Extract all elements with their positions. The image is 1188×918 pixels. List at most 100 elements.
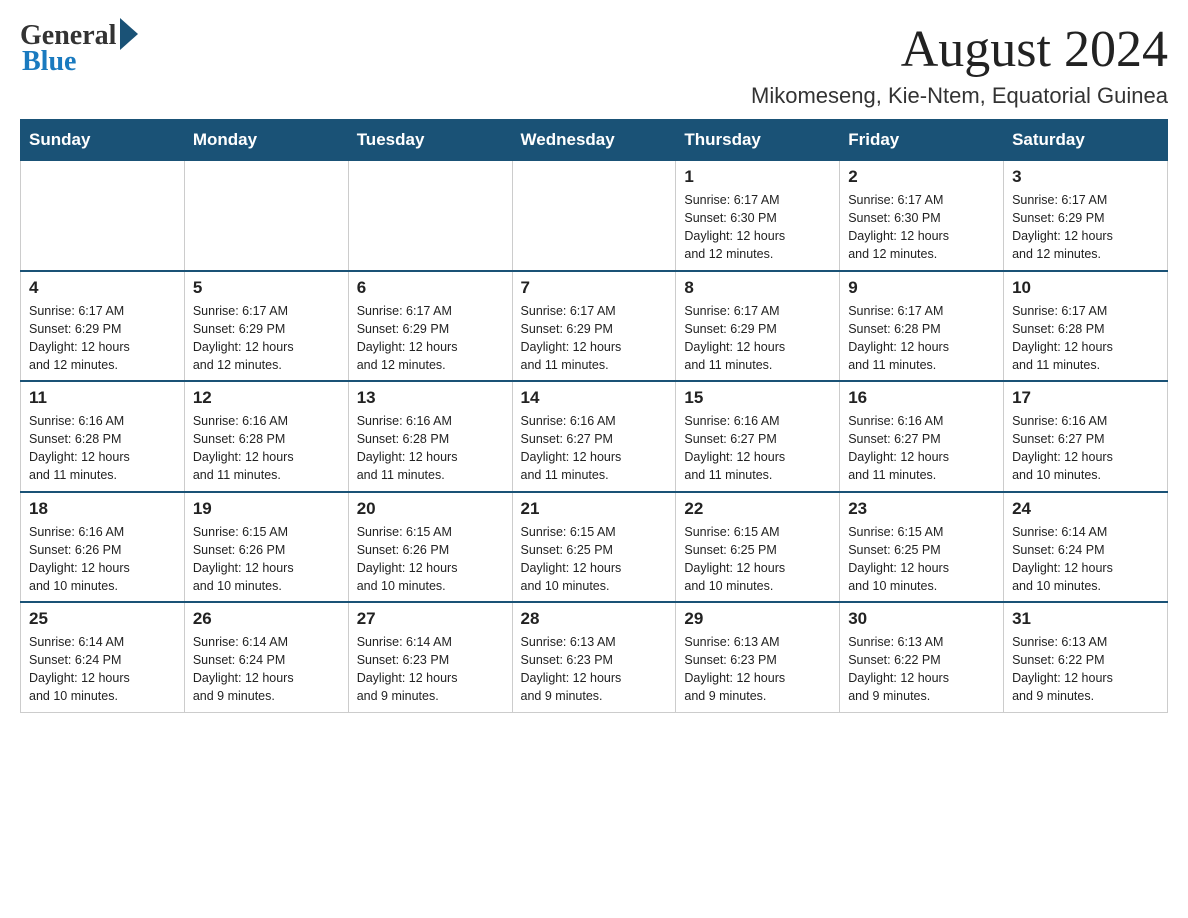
calendar-day-cell: 15 Sunrise: 6:16 AMSunset: 6:27 PMDayligh… (676, 381, 840, 492)
calendar-day-header: Saturday (1004, 120, 1168, 161)
calendar-day-cell: 29 Sunrise: 6:13 AMSunset: 6:23 PMDayligh… (676, 602, 840, 712)
calendar-day-header: Tuesday (348, 120, 512, 161)
day-info: Sunrise: 6:15 AMSunset: 6:25 PMDaylight:… (521, 523, 668, 596)
calendar-day-cell: 25 Sunrise: 6:14 AMSunset: 6:24 PMDayligh… (21, 602, 185, 712)
day-number: 21 (521, 499, 668, 519)
calendar-day-header: Thursday (676, 120, 840, 161)
calendar-week-row: 4 Sunrise: 6:17 AMSunset: 6:29 PMDaylight… (21, 271, 1168, 382)
day-number: 3 (1012, 167, 1159, 187)
day-number: 27 (357, 609, 504, 629)
day-number: 2 (848, 167, 995, 187)
calendar-day-cell: 14Sunrise: 6:16 AMSunset: 6:27 PMDayligh… (512, 381, 676, 492)
calendar-day-cell: 20 Sunrise: 6:15 AMSunset: 6:26 PMDayligh… (348, 492, 512, 603)
day-info: Sunrise: 6:16 AMSunset: 6:27 PMDaylight:… (848, 412, 995, 485)
day-info: Sunrise: 6:16 AMSunset: 6:28 PMDaylight:… (357, 412, 504, 485)
day-number: 8 (684, 278, 831, 298)
calendar-day-cell: 31 Sunrise: 6:13 AMSunset: 6:22 PMDayligh… (1004, 602, 1168, 712)
calendar-day-cell: 17 Sunrise: 6:16 AMSunset: 6:27 PMDayligh… (1004, 381, 1168, 492)
day-number: 9 (848, 278, 995, 298)
calendar-empty-cell (21, 161, 185, 271)
calendar-day-cell: 16 Sunrise: 6:16 AMSunset: 6:27 PMDayligh… (840, 381, 1004, 492)
calendar-day-cell: 30 Sunrise: 6:13 AMSunset: 6:22 PMDayligh… (840, 602, 1004, 712)
day-info: Sunrise: 6:13 AMSunset: 6:23 PMDaylight:… (684, 633, 831, 706)
day-number: 20 (357, 499, 504, 519)
calendar-empty-cell (348, 161, 512, 271)
day-number: 15 (684, 388, 831, 408)
day-number: 28 (521, 609, 668, 629)
calendar-day-header: Wednesday (512, 120, 676, 161)
day-info: Sunrise: 6:14 AMSunset: 6:24 PMDaylight:… (29, 633, 176, 706)
calendar-week-row: 18 Sunrise: 6:16 AMSunset: 6:26 PMDayligh… (21, 492, 1168, 603)
calendar-day-cell: 7 Sunrise: 6:17 AMSunset: 6:29 PMDaylight… (512, 271, 676, 382)
day-number: 7 (521, 278, 668, 298)
day-number: 12 (193, 388, 340, 408)
calendar-week-row: 1 Sunrise: 6:17 AMSunset: 6:30 PMDaylight… (21, 161, 1168, 271)
day-number: 6 (357, 278, 504, 298)
calendar-week-row: 11 Sunrise: 6:16 AMSunset: 6:28 PMDayligh… (21, 381, 1168, 492)
location-title: Mikomeseng, Kie-Ntem, Equatorial Guinea (751, 83, 1168, 109)
day-info: Sunrise: 6:17 AMSunset: 6:29 PMDaylight:… (193, 302, 340, 375)
day-info: Sunrise: 6:17 AMSunset: 6:28 PMDaylight:… (848, 302, 995, 375)
day-info: Sunrise: 6:15 AMSunset: 6:25 PMDaylight:… (684, 523, 831, 596)
day-info: Sunrise: 6:13 AMSunset: 6:22 PMDaylight:… (848, 633, 995, 706)
day-number: 29 (684, 609, 831, 629)
day-number: 11 (29, 388, 176, 408)
day-info: Sunrise: 6:13 AMSunset: 6:22 PMDaylight:… (1012, 633, 1159, 706)
day-info: Sunrise: 6:16 AMSunset: 6:26 PMDaylight:… (29, 523, 176, 596)
logo-arrow-icon (120, 18, 138, 50)
day-info: Sunrise: 6:17 AMSunset: 6:29 PMDaylight:… (521, 302, 668, 375)
day-number: 17 (1012, 388, 1159, 408)
day-number: 13 (357, 388, 504, 408)
day-info: Sunrise: 6:14 AMSunset: 6:24 PMDaylight:… (193, 633, 340, 706)
day-info: Sunrise: 6:15 AMSunset: 6:26 PMDaylight:… (357, 523, 504, 596)
calendar-day-cell: 8 Sunrise: 6:17 AMSunset: 6:29 PMDaylight… (676, 271, 840, 382)
day-number: 24 (1012, 499, 1159, 519)
day-number: 16 (848, 388, 995, 408)
calendar-day-header: Friday (840, 120, 1004, 161)
page-header: General Blue August 2024 Mikomeseng, Kie… (20, 20, 1168, 109)
calendar-day-cell: 13 Sunrise: 6:16 AMSunset: 6:28 PMDayligh… (348, 381, 512, 492)
calendar-day-cell: 24 Sunrise: 6:14 AMSunset: 6:24 PMDayligh… (1004, 492, 1168, 603)
day-number: 18 (29, 499, 176, 519)
calendar-day-cell: 23Sunrise: 6:15 AMSunset: 6:25 PMDayligh… (840, 492, 1004, 603)
calendar-week-row: 25 Sunrise: 6:14 AMSunset: 6:24 PMDayligh… (21, 602, 1168, 712)
day-info: Sunrise: 6:17 AMSunset: 6:28 PMDaylight:… (1012, 302, 1159, 375)
day-info: Sunrise: 6:17 AMSunset: 6:29 PMDaylight:… (684, 302, 831, 375)
logo-blue-text: Blue (20, 46, 76, 78)
calendar-day-cell: 26Sunrise: 6:14 AMSunset: 6:24 PMDayligh… (184, 602, 348, 712)
calendar-empty-cell (512, 161, 676, 271)
day-number: 25 (29, 609, 176, 629)
day-number: 5 (193, 278, 340, 298)
calendar-day-cell: 19Sunrise: 6:15 AMSunset: 6:26 PMDayligh… (184, 492, 348, 603)
calendar-day-cell: 10 Sunrise: 6:17 AMSunset: 6:28 PMDayligh… (1004, 271, 1168, 382)
day-info: Sunrise: 6:16 AMSunset: 6:28 PMDaylight:… (29, 412, 176, 485)
calendar-day-cell: 28 Sunrise: 6:13 AMSunset: 6:23 PMDayligh… (512, 602, 676, 712)
day-info: Sunrise: 6:13 AMSunset: 6:23 PMDaylight:… (521, 633, 668, 706)
day-info: Sunrise: 6:16 AMSunset: 6:27 PMDaylight:… (684, 412, 831, 485)
logo: General Blue (20, 20, 138, 78)
day-info: Sunrise: 6:17 AMSunset: 6:29 PMDaylight:… (29, 302, 176, 375)
day-info: Sunrise: 6:17 AMSunset: 6:30 PMDaylight:… (684, 191, 831, 264)
day-info: Sunrise: 6:14 AMSunset: 6:24 PMDaylight:… (1012, 523, 1159, 596)
day-number: 22 (684, 499, 831, 519)
day-info: Sunrise: 6:16 AMSunset: 6:27 PMDaylight:… (521, 412, 668, 485)
calendar-day-cell: 6 Sunrise: 6:17 AMSunset: 6:29 PMDaylight… (348, 271, 512, 382)
day-info: Sunrise: 6:17 AMSunset: 6:29 PMDaylight:… (357, 302, 504, 375)
calendar-day-cell: 4 Sunrise: 6:17 AMSunset: 6:29 PMDaylight… (21, 271, 185, 382)
day-info: Sunrise: 6:16 AMSunset: 6:27 PMDaylight:… (1012, 412, 1159, 485)
day-number: 31 (1012, 609, 1159, 629)
day-info: Sunrise: 6:14 AMSunset: 6:23 PMDaylight:… (357, 633, 504, 706)
title-area: August 2024 Mikomeseng, Kie-Ntem, Equato… (751, 20, 1168, 109)
calendar-day-cell: 1 Sunrise: 6:17 AMSunset: 6:30 PMDaylight… (676, 161, 840, 271)
day-number: 30 (848, 609, 995, 629)
calendar-day-cell: 27 Sunrise: 6:14 AMSunset: 6:23 PMDayligh… (348, 602, 512, 712)
day-number: 10 (1012, 278, 1159, 298)
calendar-day-cell: 3Sunrise: 6:17 AMSunset: 6:29 PMDaylight… (1004, 161, 1168, 271)
calendar-empty-cell (184, 161, 348, 271)
day-number: 1 (684, 167, 831, 187)
day-number: 19 (193, 499, 340, 519)
calendar-day-header: Sunday (21, 120, 185, 161)
calendar-day-cell: 9 Sunrise: 6:17 AMSunset: 6:28 PMDaylight… (840, 271, 1004, 382)
calendar-day-header: Monday (184, 120, 348, 161)
day-number: 4 (29, 278, 176, 298)
